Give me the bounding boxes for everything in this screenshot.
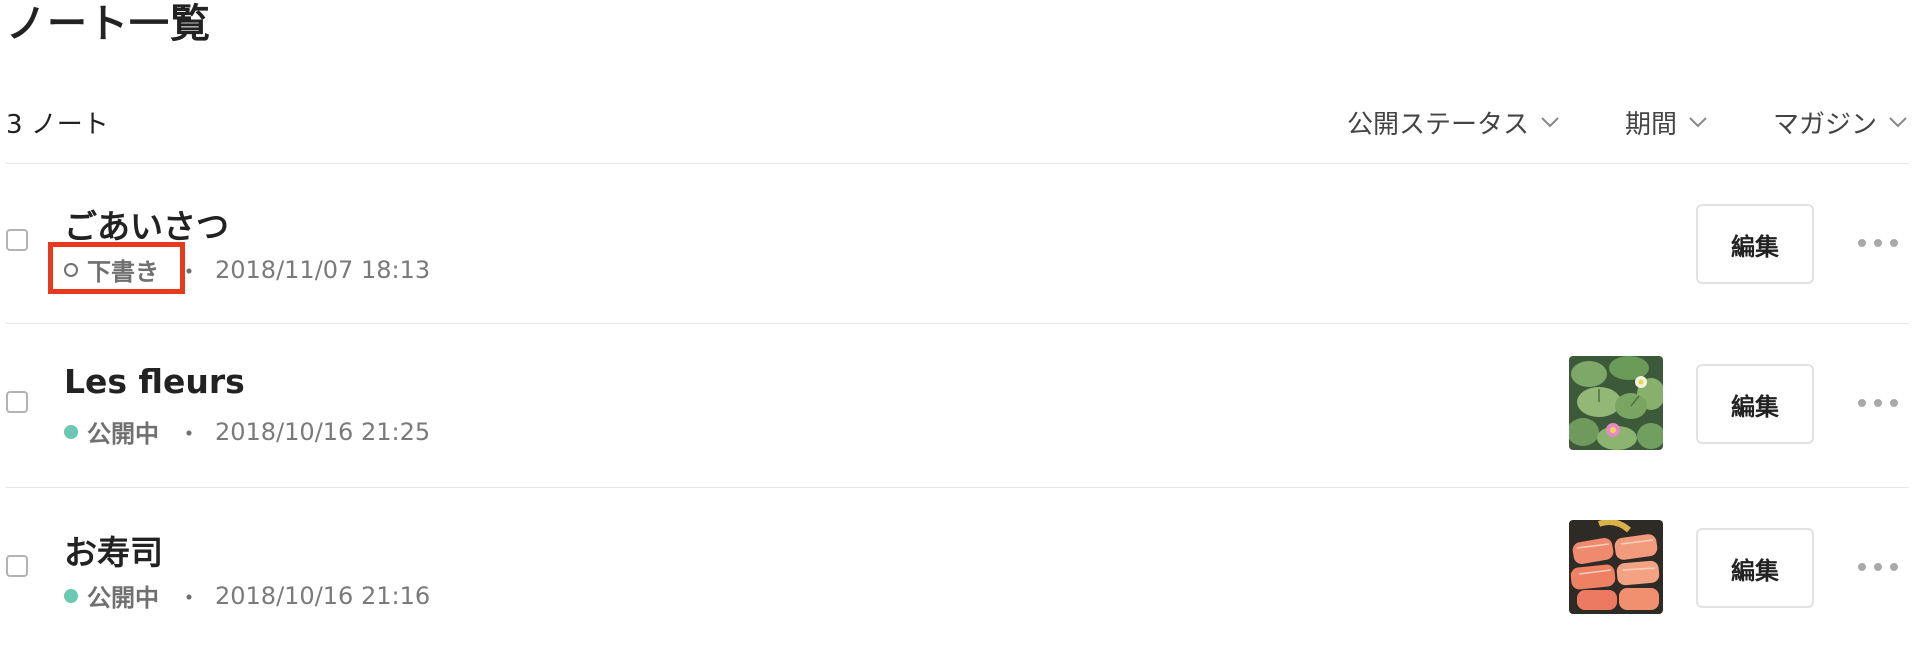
note-select-checkbox[interactable] — [6, 555, 28, 577]
note-date: 2018/10/16 21:25 — [215, 417, 431, 446]
meta-separator: ・ — [177, 584, 201, 612]
note-count: 3 ノート — [6, 109, 109, 140]
note-meta: 公開中 ・ 2018/10/16 21:16 — [64, 578, 430, 613]
edit-button[interactable]: 編集 — [1696, 204, 1814, 284]
page-title: ノート一覧 — [6, 1, 211, 47]
note-row: お寿司 公開中 ・ 2018/10/16 21:16 編集 — [6, 488, 1909, 650]
note-thumbnail[interactable] — [1569, 356, 1663, 450]
edit-button[interactable]: 編集 — [1696, 364, 1814, 444]
status-badge: 公開中 — [64, 414, 159, 449]
filter-magazine-label: マガジン — [1772, 109, 1877, 140]
note-select-checkbox[interactable] — [6, 391, 28, 413]
filter-magazine[interactable]: マガジン — [1773, 104, 1909, 141]
filter-bar: 公開ステータス 期間 マガジン — [1283, 104, 1909, 141]
note-date: 2018/10/16 21:16 — [215, 581, 431, 610]
meta-separator: ・ — [177, 420, 201, 448]
note-meta: 公開中 ・ 2018/10/16 21:25 — [64, 414, 430, 449]
published-dot-icon — [64, 588, 78, 603]
note-row: Les fleurs 公開中 ・ 2018/10/16 21:25 編集 — [6, 324, 1909, 486]
filter-period-label: 期間 — [1624, 109, 1677, 140]
sushi-thumbnail — [1569, 520, 1663, 614]
chevron-down-icon — [1689, 117, 1707, 128]
highlight-annotation-box — [48, 242, 185, 294]
note-title[interactable]: お寿司 — [64, 526, 163, 574]
more-dots-icon[interactable] — [1858, 233, 1898, 253]
note-title[interactable]: ごあいさつ — [64, 200, 229, 248]
list-toolbar: 3 ノート 公開ステータス 期間 マガジン — [6, 98, 1909, 146]
note-title[interactable]: Les fleurs — [64, 362, 245, 401]
status-label: 公開中 — [87, 584, 159, 612]
status-label: 公開中 — [87, 420, 159, 448]
published-dot-icon — [64, 424, 78, 439]
chevron-down-icon — [1889, 117, 1907, 128]
more-dots-icon[interactable] — [1858, 557, 1898, 577]
filter-period[interactable]: 期間 — [1625, 104, 1709, 141]
lily-pads-thumbnail — [1569, 356, 1663, 450]
note-select-checkbox[interactable] — [6, 229, 28, 251]
note-thumbnail[interactable] — [1569, 520, 1663, 614]
filter-publish-status[interactable]: 公開ステータス — [1347, 104, 1561, 141]
edit-button[interactable]: 編集 — [1696, 528, 1814, 608]
note-date: 2018/11/07 18:13 — [215, 255, 431, 284]
filter-publish-status-label: 公開ステータス — [1346, 109, 1529, 140]
more-dots-icon[interactable] — [1858, 393, 1898, 413]
chevron-down-icon — [1541, 117, 1559, 128]
status-badge: 公開中 — [64, 578, 159, 613]
note-row: ごあいさつ 下書き ・ 2018/11/07 18:13 編集 — [6, 164, 1909, 326]
